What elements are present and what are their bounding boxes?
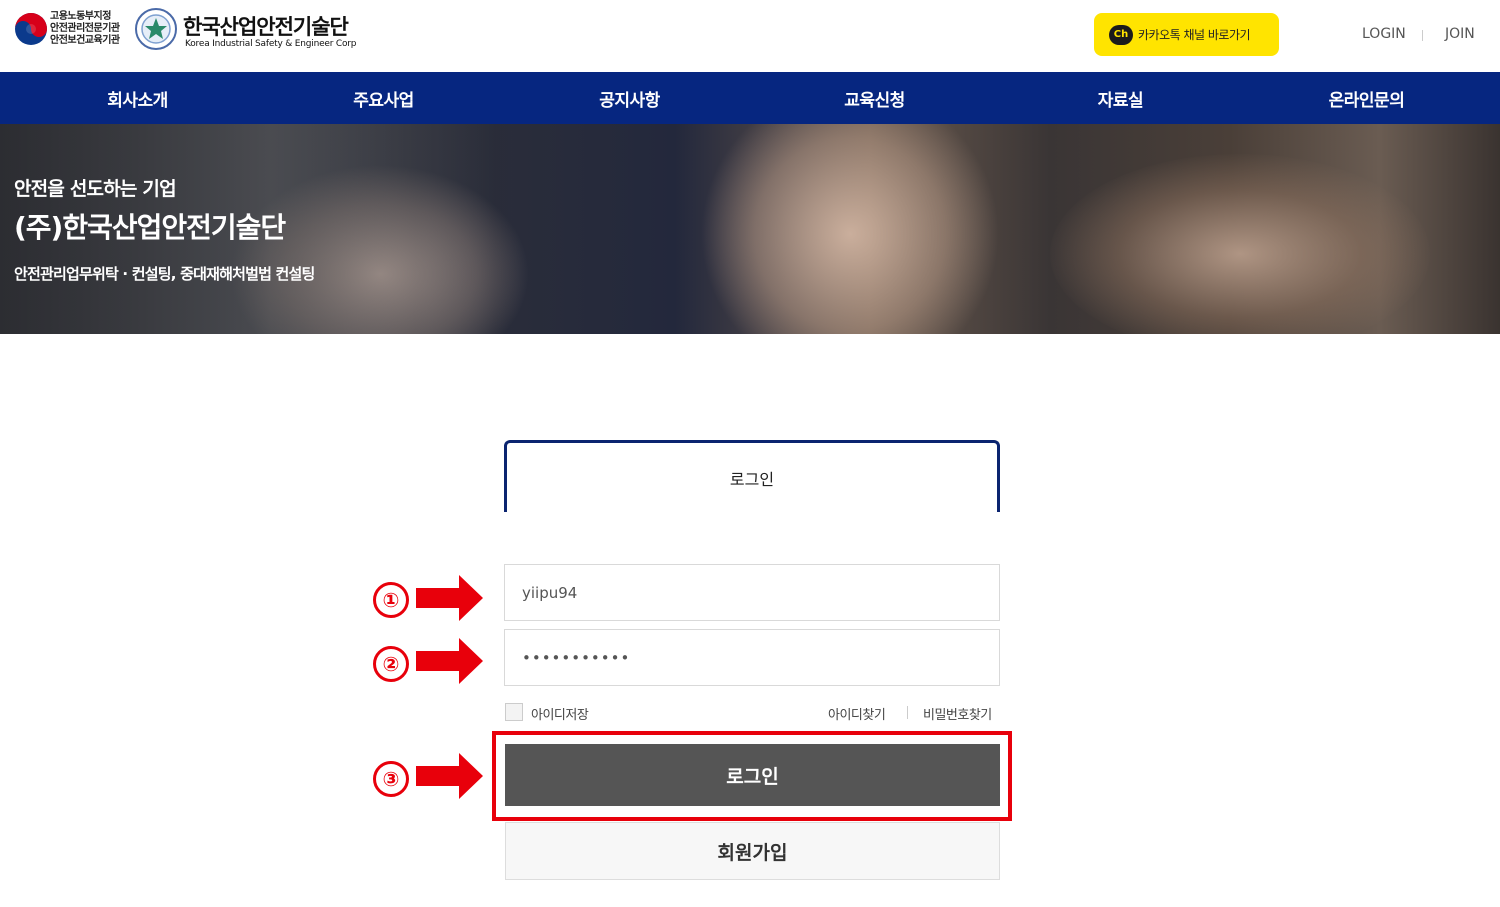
nav-item-education[interactable]: 교육신청 xyxy=(752,72,997,124)
login-button[interactable]: 로그인 xyxy=(505,744,1000,806)
corp-emblem-icon xyxy=(135,8,177,50)
step-2-marker: ② xyxy=(373,646,409,682)
find-links-divider xyxy=(907,706,908,719)
nav-item-company[interactable]: 회사소개 xyxy=(15,72,260,124)
hero-title: (주)한국산업안전기술단 xyxy=(14,211,286,244)
arrow-right-icon xyxy=(416,638,483,684)
find-password-link[interactable]: 비밀번호찾기 xyxy=(923,704,992,723)
password-input[interactable] xyxy=(504,629,1000,686)
hero-photo-hand xyxy=(700,124,1000,334)
hero-banner: 안전을 선도하는 기업 (주)한국산업안전기술단 안전관리업무위탁 · 컨설팅,… xyxy=(0,124,1500,334)
government-designation-text: 고용노동부지정 안전관리전문기관 안전보건교육기관 xyxy=(50,11,120,47)
gov-line-2: 안전관리전문기관 xyxy=(50,23,120,34)
nav-item-business[interactable]: 주요사업 xyxy=(261,72,506,124)
corp-english-name: Korea Industrial Safety & Engineer Corp xyxy=(185,39,357,49)
arrow-right-icon xyxy=(416,575,483,621)
save-id-checkbox[interactable] xyxy=(505,703,523,721)
step-3-marker: ③ xyxy=(373,761,409,797)
find-id-link[interactable]: 아이디찾기 xyxy=(828,704,886,723)
user-id-input[interactable] xyxy=(504,564,1000,621)
nav-item-inquiry[interactable]: 온라인문의 xyxy=(1244,72,1489,124)
top-login-link[interactable]: LOGIN xyxy=(1362,26,1406,42)
hero-subtitle: 안전을 선도하는 기업 xyxy=(14,178,177,200)
kakao-channel-button[interactable]: Ch 카카오톡 채널 바로가기 xyxy=(1094,13,1279,56)
save-id-label[interactable]: 아이디저장 xyxy=(531,704,589,723)
nav-item-archive[interactable]: 자료실 xyxy=(998,72,1243,124)
gov-line-1: 고용노동부지정 xyxy=(50,11,111,22)
corp-name[interactable]: 한국산업안전기술단 xyxy=(183,11,349,41)
kakao-channel-icon: Ch xyxy=(1109,24,1133,45)
arrow-right-icon xyxy=(416,753,483,799)
site-header: 고용노동부지정 안전관리전문기관 안전보건교육기관 한국산업안전기술단 Kore… xyxy=(0,0,1500,72)
hero-description: 안전관리업무위탁 · 컨설팅, 중대재해처벌법 컨설팅 xyxy=(14,265,315,283)
top-join-link[interactable]: JOIN xyxy=(1445,26,1475,42)
join-button[interactable]: 회원가입 xyxy=(505,822,1000,880)
top-link-divider xyxy=(1422,30,1423,41)
nav-item-notice[interactable]: 공지사항 xyxy=(507,72,752,124)
kakao-channel-label: 카카오톡 채널 바로가기 xyxy=(1138,28,1251,42)
government-taeguk-logo-icon xyxy=(15,13,47,45)
gov-line-3: 안전보건교육기관 xyxy=(50,35,120,46)
main-navigation: 회사소개 주요사업 공지사항 교육신청 자료실 온라인문의 xyxy=(0,72,1500,124)
tab-login[interactable]: 로그인 xyxy=(504,440,1000,512)
step-1-marker: ① xyxy=(373,582,409,618)
hero-photo-hands xyxy=(1050,154,1430,334)
